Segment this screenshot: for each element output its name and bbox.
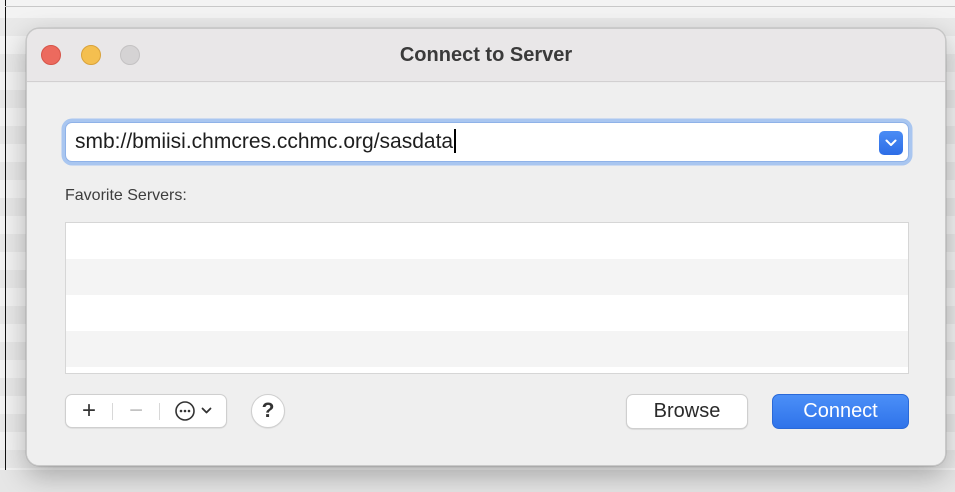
server-address-text: smb://bmiisi.chmcres.cchmc.org/sasdata [75,130,454,153]
connect-button[interactable]: Connect [772,394,909,429]
question-mark-icon: ? [261,399,275,422]
add-favorite-button[interactable]: + [66,395,112,427]
window-title: Connect to Server [399,44,573,66]
browse-button[interactable]: Browse [626,394,748,429]
title-bar: Connect to Server [27,29,945,82]
server-address-value[interactable]: smb://bmiisi.chmcres.cchmc.org/sasdata [75,123,457,161]
ellipsis-circle-icon [175,401,195,421]
recent-servers-dropdown-button[interactable] [879,131,903,155]
screen-edge-top [5,6,955,7]
list-row[interactable] [66,331,908,367]
favorite-servers-label: Favorite Servers: [65,187,187,204]
chevron-down-icon [885,139,897,146]
text-cursor [454,128,457,153]
action-menu-button[interactable] [160,395,226,427]
list-row[interactable] [66,295,908,331]
connect-to-server-window: Connect to Server smb://bmiisi.chmcres.c… [26,28,946,466]
desktop-background [0,470,955,492]
favorite-servers-list[interactable] [65,222,909,374]
remove-favorite-button[interactable]: − [113,395,159,427]
favorites-toolbar: + − [65,394,227,428]
screen-edge [5,0,6,492]
list-row[interactable] [66,367,908,373]
server-address-input[interactable]: smb://bmiisi.chmcres.cchmc.org/sasdata [65,122,909,162]
chevron-down-icon [201,407,212,414]
list-row[interactable] [66,259,908,295]
minus-icon: − [128,397,143,424]
list-row[interactable] [66,223,908,259]
dialog-content: smb://bmiisi.chmcres.cchmc.org/sasdata F… [27,83,945,465]
plus-icon: + [81,397,96,424]
help-button[interactable]: ? [251,394,285,428]
